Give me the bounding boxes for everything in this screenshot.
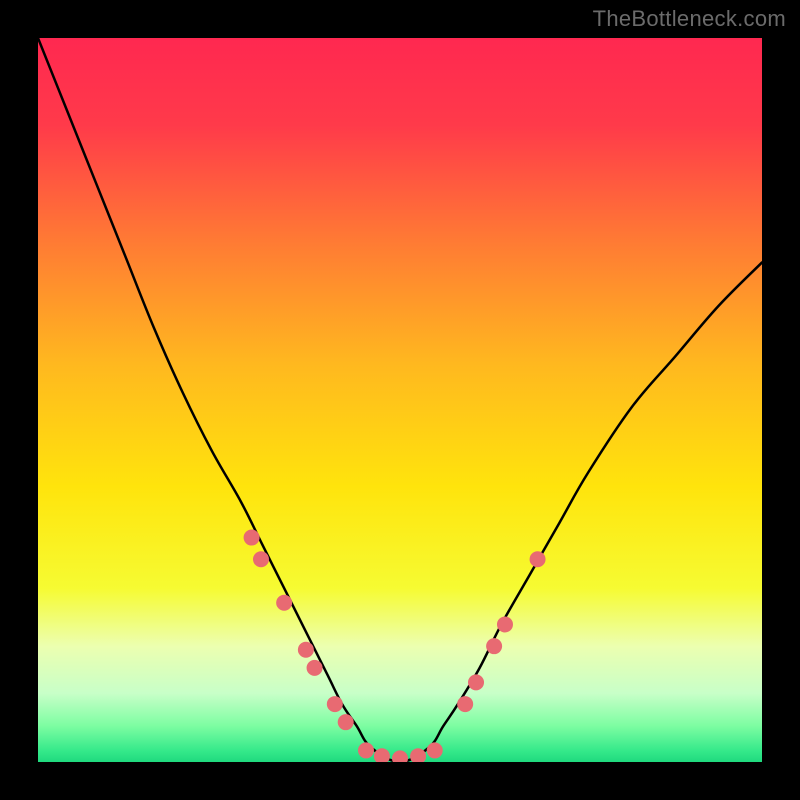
plot-area — [38, 38, 762, 762]
curve-marker — [358, 742, 374, 758]
curve-marker — [468, 674, 484, 690]
curve-marker — [327, 696, 343, 712]
curve-marker — [338, 714, 354, 730]
curve-marker — [497, 616, 513, 632]
curve-marker — [253, 551, 269, 567]
curve-marker — [457, 696, 473, 712]
curve-marker — [392, 750, 408, 762]
curve-marker — [244, 530, 260, 546]
watermark-text: TheBottleneck.com — [593, 6, 786, 32]
curve-marker — [486, 638, 502, 654]
curve-marker — [276, 595, 292, 611]
curve-markers — [244, 530, 546, 762]
bottleneck-curve — [38, 38, 762, 762]
curve-marker — [427, 742, 443, 758]
curve-marker — [530, 551, 546, 567]
curve-marker — [307, 660, 323, 676]
chart-stage: TheBottleneck.com — [0, 0, 800, 800]
curve-layer — [38, 38, 762, 762]
curve-marker — [298, 642, 314, 658]
